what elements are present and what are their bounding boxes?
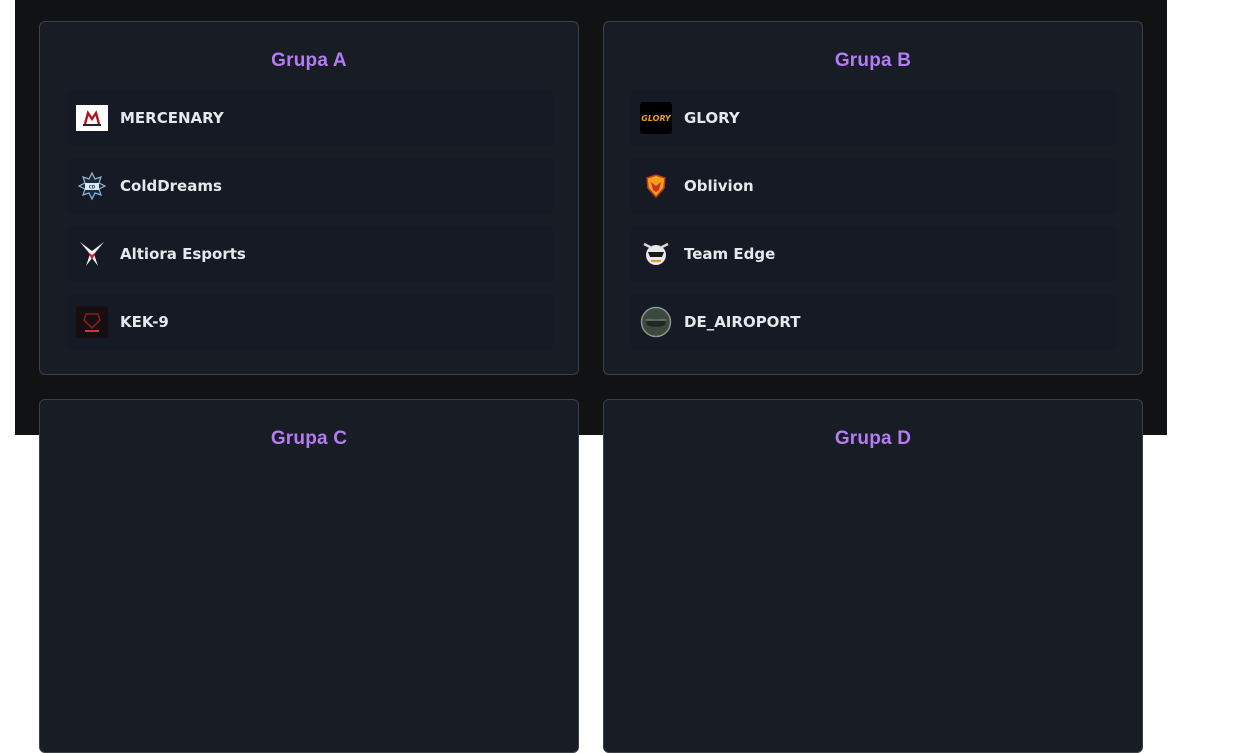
team-edge-logo-icon [640, 238, 672, 270]
team-name: Altiora Esports [120, 245, 246, 263]
team-row-mercenary[interactable]: MERCENARY [66, 90, 554, 146]
group-title: Grupa A [271, 50, 347, 71]
group-card-c: Grupa C [39, 399, 579, 753]
svg-text:GLORY: GLORY [641, 114, 672, 123]
team-name: ColdDreams [120, 177, 222, 195]
group-card-d: Grupa D [603, 399, 1143, 753]
group-title: Grupa C [270, 428, 348, 449]
colddreams-logo-icon: CD [76, 170, 108, 202]
group-card-b: Grupa B GLORY GLORY Oblivion Team Edge D… [603, 21, 1143, 375]
team-row-kek9[interactable]: KEK-9 [66, 294, 554, 350]
de-airoport-logo-icon [640, 306, 672, 338]
team-name: DE_AIROPORT [684, 313, 801, 331]
oblivion-logo-icon [640, 170, 672, 202]
team-name: KEK-9 [120, 313, 169, 331]
glory-logo-icon: GLORY [640, 102, 672, 134]
team-row-altiora[interactable]: Altiora Esports [66, 226, 554, 282]
team-name: MERCENARY [120, 109, 224, 127]
mercenary-logo-icon [76, 102, 108, 134]
group-title: Grupa D [834, 428, 912, 449]
team-row-oblivion[interactable]: Oblivion [630, 158, 1118, 214]
group-title: Grupa B [834, 50, 912, 71]
team-name: Oblivion [684, 177, 754, 195]
team-row-team-edge[interactable]: Team Edge [630, 226, 1118, 282]
team-row-de-airoport[interactable]: DE_AIROPORT [630, 294, 1118, 350]
group-card-a: Grupa A MERCENARY CD ColdDreams Altiora … [39, 21, 579, 375]
team-row-colddreams[interactable]: CD ColdDreams [66, 158, 554, 214]
team-row-glory[interactable]: GLORY GLORY [630, 90, 1118, 146]
altiora-logo-icon [76, 238, 108, 270]
svg-text:CD: CD [89, 185, 96, 190]
team-name: Team Edge [684, 245, 776, 263]
kek9-logo-icon [76, 306, 108, 338]
team-name: GLORY [684, 109, 740, 127]
